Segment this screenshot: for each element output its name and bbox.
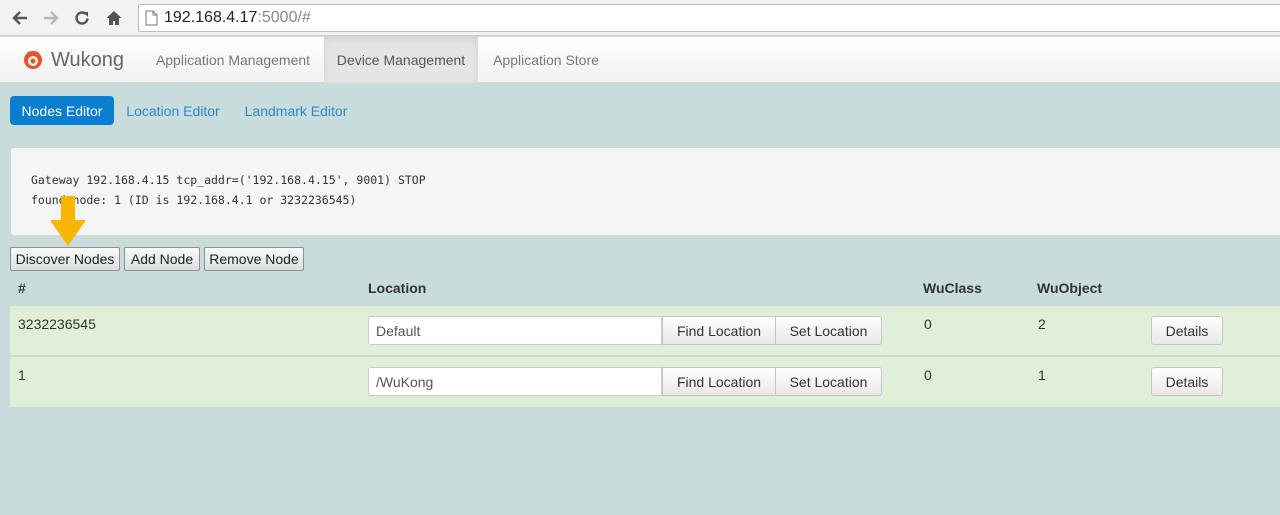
- reload-icon[interactable]: [70, 6, 94, 30]
- table-row: 3232236545 Find Location Set Location 0 …: [10, 306, 1280, 356]
- wuobject-count: 1: [1038, 367, 1046, 383]
- back-arrow-icon[interactable]: [8, 6, 32, 30]
- home-icon[interactable]: [102, 6, 126, 30]
- table-row: 1 Find Location Set Location 0 1 Details: [10, 357, 1280, 407]
- location-input[interactable]: [368, 367, 662, 396]
- arrow-down-icon: [50, 196, 86, 249]
- nav-device-management[interactable]: Device Management: [324, 37, 478, 83]
- wukong-logo-icon: [22, 48, 44, 73]
- page-icon: [145, 10, 158, 29]
- tab-landmark-editor[interactable]: Landmark Editor: [236, 96, 356, 125]
- column-header-location: Location: [368, 280, 427, 296]
- url-text: 192.168.4.17:5000/#: [164, 9, 311, 26]
- nav-application-store[interactable]: Application Store: [480, 37, 612, 83]
- column-header-id: #: [18, 280, 26, 296]
- forward-arrow-icon[interactable]: [39, 6, 63, 30]
- location-input[interactable]: [368, 316, 662, 345]
- wuclass-count: 0: [924, 367, 932, 383]
- console-line: Gateway 192.168.4.15 tcp_addr=('192.168.…: [31, 173, 426, 187]
- remove-node-button[interactable]: Remove Node: [204, 247, 304, 271]
- wuclass-count: 0: [924, 316, 932, 332]
- details-button[interactable]: Details: [1151, 316, 1223, 345]
- browser-toolbar: 192.168.4.17:5000/#: [0, 0, 1280, 36]
- details-button[interactable]: Details: [1151, 367, 1223, 396]
- address-bar[interactable]: 192.168.4.17:5000/#: [138, 4, 1280, 32]
- node-id: 1: [18, 367, 26, 383]
- nav-application-management[interactable]: Application Management: [144, 37, 322, 83]
- set-location-button[interactable]: Set Location: [775, 316, 882, 345]
- brand[interactable]: Wukong: [22, 37, 124, 83]
- column-header-wuobject: WuObject: [1037, 280, 1103, 296]
- add-node-button[interactable]: Add Node: [124, 247, 200, 271]
- console-line: found node: 1 (ID is 192.168.4.1 or 3232…: [31, 193, 357, 207]
- find-location-button[interactable]: Find Location: [662, 367, 776, 396]
- find-location-button[interactable]: Find Location: [662, 316, 776, 345]
- discover-nodes-button[interactable]: Discover Nodes: [10, 247, 120, 271]
- tab-nodes-editor[interactable]: Nodes Editor: [10, 96, 114, 125]
- node-id: 3232236545: [18, 316, 96, 332]
- column-header-wuclass: WuClass: [923, 280, 982, 296]
- set-location-button[interactable]: Set Location: [775, 367, 882, 396]
- console-output: Gateway 192.168.4.15 tcp_addr=('192.168.…: [10, 147, 1280, 236]
- brand-name: Wukong: [51, 48, 125, 71]
- wuobject-count: 2: [1038, 316, 1046, 332]
- app-navbar: Wukong Application Management Device Man…: [0, 37, 1280, 83]
- tab-location-editor[interactable]: Location Editor: [118, 96, 228, 125]
